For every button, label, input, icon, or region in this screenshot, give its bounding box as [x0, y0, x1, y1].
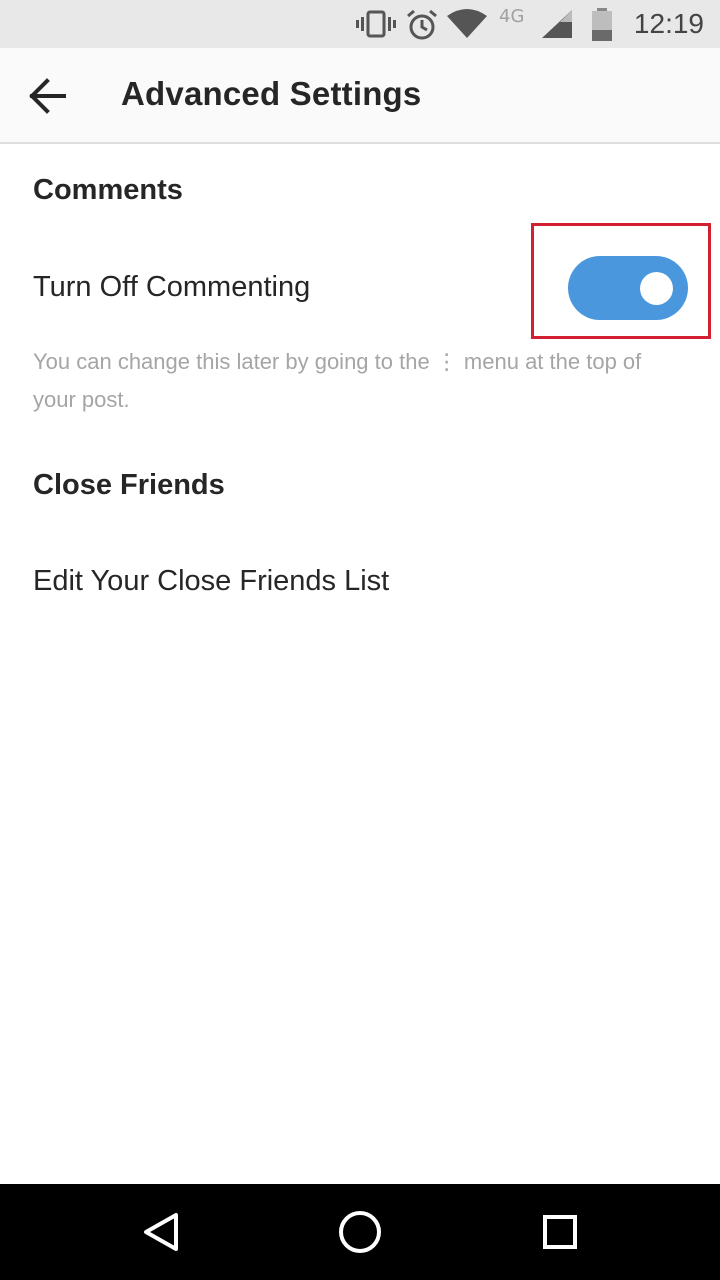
vibrate-icon — [356, 10, 396, 38]
back-arrow-icon[interactable] — [18, 66, 78, 126]
page-title: Advanced Settings — [121, 75, 422, 112]
close-friends-section-header: Close Friends — [33, 469, 225, 501]
battery-icon — [592, 8, 612, 41]
nav-back-icon[interactable] — [130, 1202, 190, 1262]
app-bar: Advanced Settings — [0, 48, 720, 144]
comments-section-header: Comments — [33, 174, 183, 206]
nav-home-icon[interactable] — [330, 1202, 390, 1262]
screen: 4G 12:19 Advanced Settings Comments Turn… — [0, 0, 720, 1280]
alarm-icon — [407, 9, 437, 40]
system-nav-bar — [0, 1184, 720, 1280]
turn-off-commenting-toggle[interactable] — [568, 256, 688, 320]
status-clock: 12:19 — [633, 8, 704, 39]
network-type-label: 4G — [499, 6, 525, 27]
cell-signal-icon — [542, 10, 572, 38]
turn-off-commenting-label: Turn Off Commenting — [33, 271, 311, 303]
edit-close-friends-list-item[interactable]: Edit Your Close Friends List — [33, 565, 389, 598]
wifi-icon — [447, 9, 487, 38]
status-bar: 4G 12:19 — [0, 0, 720, 48]
commenting-helper-text: You can change this later by going to th… — [33, 349, 642, 412]
toggle-knob — [640, 272, 673, 305]
nav-recents-icon[interactable] — [530, 1202, 590, 1262]
